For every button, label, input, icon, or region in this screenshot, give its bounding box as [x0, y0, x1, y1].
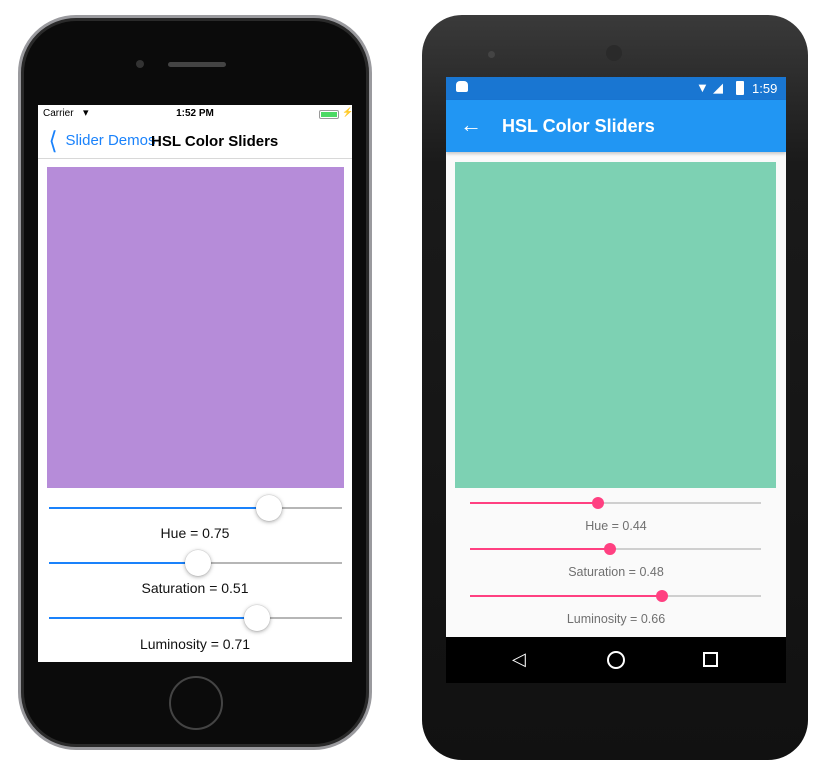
ios-screen: Carrier ▾ 1:52 PM ⚡ ❬ Slider Demos HSL C…	[38, 105, 352, 662]
camera-icon	[488, 51, 495, 58]
android-slider-1[interactable]	[470, 543, 761, 555]
back-label: Slider Demos	[65, 131, 156, 149]
slider-label: Luminosity = 0.66	[566, 612, 666, 626]
slider-fill	[49, 507, 269, 509]
home-button[interactable]	[169, 676, 223, 730]
color-swatch	[47, 167, 344, 488]
wifi-icon: ▼	[696, 80, 709, 95]
back-arrow-icon[interactable]: ←	[460, 112, 482, 138]
slider-thumb[interactable]	[255, 495, 282, 521]
slider-fill	[470, 548, 610, 550]
slider-fill	[470, 502, 599, 504]
navigation-bar: ◁	[446, 637, 786, 683]
app-bar: ← HSL Color Sliders	[446, 100, 786, 152]
color-swatch	[455, 162, 776, 488]
page-title: HSL Color Sliders	[151, 133, 279, 150]
status-bar: Carrier ▾ 1:52 PM ⚡	[38, 105, 352, 123]
slider-fill	[49, 617, 258, 619]
home-nav-icon[interactable]	[607, 651, 625, 669]
slider-label: Hue = 0.44	[585, 519, 647, 533]
slider-thumb[interactable]	[244, 605, 271, 631]
ios-slider-2[interactable]	[49, 605, 342, 631]
slider-label: Luminosity = 0.71	[139, 636, 251, 652]
page-title: HSL Color Sliders	[502, 116, 655, 136]
battery-icon	[736, 81, 744, 95]
navigation-bar: ❬ Slider Demos HSL Color Sliders	[38, 123, 352, 159]
recents-nav-icon[interactable]	[703, 652, 718, 667]
status-time: 1:52 PM	[176, 108, 214, 119]
status-time: 1:59	[752, 81, 778, 96]
signal-icon: ◢	[713, 80, 723, 95]
android-slider-0[interactable]	[470, 497, 761, 509]
speaker-grille	[606, 45, 622, 61]
slider-thumb[interactable]	[185, 550, 212, 576]
back-nav-icon[interactable]: ◁	[512, 649, 526, 670]
android-notification-icon	[456, 81, 468, 92]
chevron-left-icon: ❬	[47, 127, 59, 152]
slider-label: Saturation = 0.51	[141, 580, 249, 596]
slider-thumb[interactable]	[656, 590, 669, 602]
slider-fill	[49, 562, 199, 564]
ios-slider-1[interactable]	[49, 550, 342, 576]
speaker-grille	[168, 62, 226, 67]
status-bar: ▼ ◢ 1:59	[446, 77, 786, 100]
slider-thumb[interactable]	[592, 497, 605, 509]
charging-icon: ⚡	[342, 107, 352, 117]
android-slider-2[interactable]	[470, 590, 761, 602]
android-screen: ▼ ◢ 1:59 ← HSL Color Sliders Hue = 0.44 …	[446, 77, 786, 683]
slider-label: Hue = 0.75	[160, 525, 230, 541]
camera-icon	[136, 60, 144, 68]
slider-label: Saturation = 0.48	[568, 565, 664, 579]
battery-icon	[319, 110, 339, 119]
back-button[interactable]: ❬ Slider Demos	[44, 127, 156, 152]
ios-slider-0[interactable]	[49, 495, 342, 521]
slider-thumb[interactable]	[603, 543, 616, 555]
slider-fill	[470, 595, 663, 597]
